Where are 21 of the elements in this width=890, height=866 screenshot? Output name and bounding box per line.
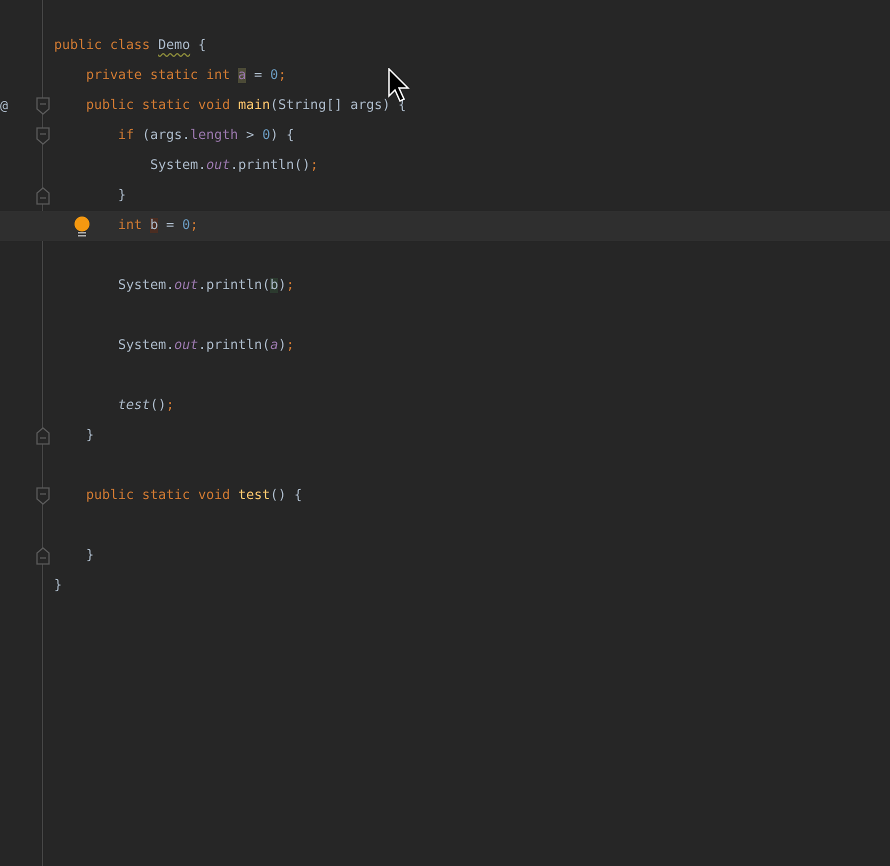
- code-line: }: [54, 577, 62, 595]
- code-line: public static void test() {: [85, 487, 302, 505]
- code-line: System.out.println();: [149, 157, 318, 175]
- override-marker[interactable]: @: [0, 98, 8, 114]
- fold-collapse-icon[interactable]: [36, 127, 50, 145]
- fold-collapse-icon[interactable]: [36, 487, 50, 505]
- code-line: private static int a = 0;: [85, 67, 286, 85]
- code-line: test();: [117, 397, 174, 415]
- lightbulb-icon[interactable]: [72, 216, 92, 238]
- fold-collapse-icon[interactable]: [36, 187, 50, 205]
- code-line: }: [85, 427, 94, 445]
- code-line: System.out.println(b);: [117, 277, 294, 295]
- fold-collapse-icon[interactable]: [36, 97, 50, 115]
- code-line: }: [85, 547, 94, 565]
- code-line: public class Demo {: [54, 37, 206, 55]
- code-line: }: [117, 187, 126, 205]
- code-line: if (args.length > 0) {: [117, 127, 294, 145]
- code-line: System.out.println(a);: [117, 337, 294, 355]
- fold-collapse-icon[interactable]: [36, 427, 50, 445]
- fold-collapse-icon[interactable]: [36, 547, 50, 565]
- code-line: int b = 0;: [117, 217, 198, 235]
